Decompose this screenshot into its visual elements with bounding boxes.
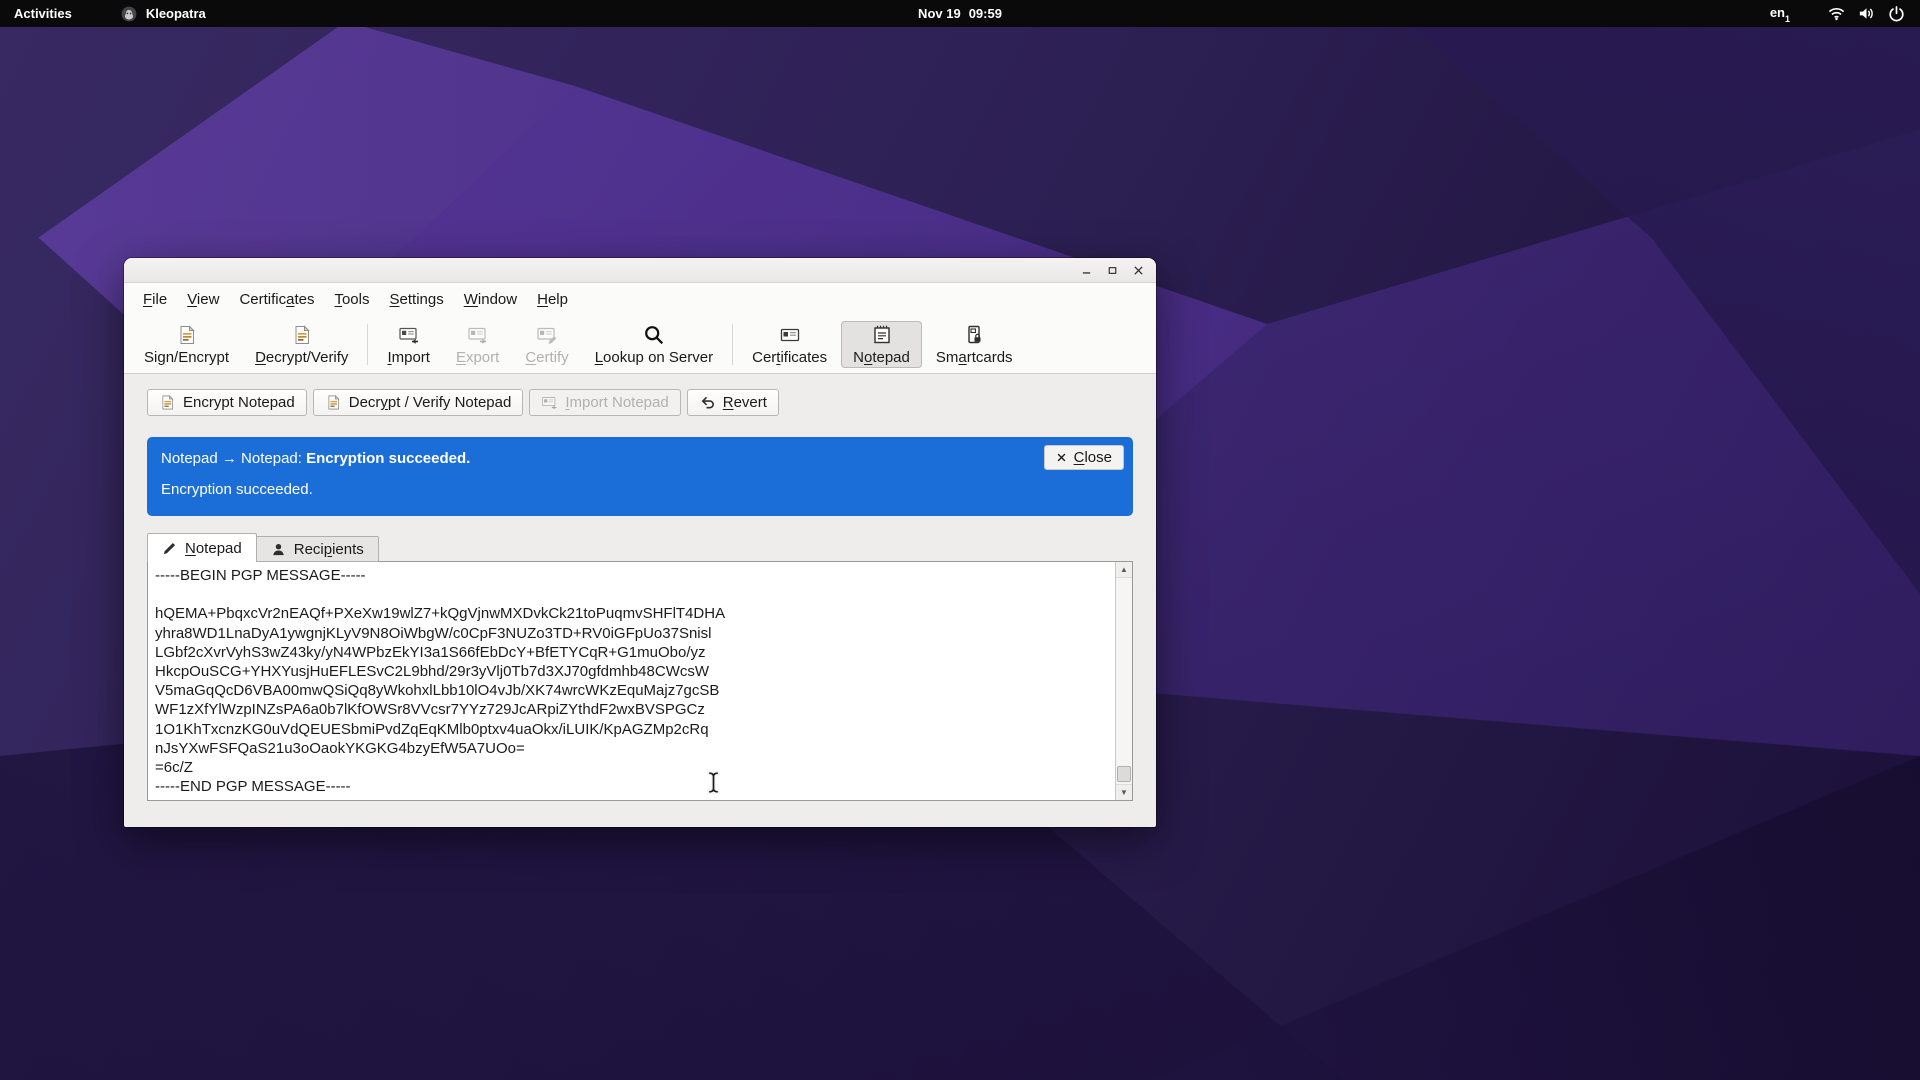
notepad-actions: Encrypt Notepad Decrypt / Verify Notepad… bbox=[147, 389, 1133, 416]
notepad-text-editor[interactable]: -----BEGIN PGP MESSAGE----- hQEMA+PbqxcV… bbox=[147, 561, 1133, 801]
window-maximize-icon bbox=[1106, 264, 1119, 277]
revert-icon bbox=[699, 394, 716, 411]
clock-time: 09:59 bbox=[969, 6, 1002, 21]
toolbar-separator bbox=[732, 324, 733, 365]
id-card-icon bbox=[779, 324, 801, 346]
action-button-revert[interactable]: Revert bbox=[687, 389, 779, 416]
window-titlebar[interactable] bbox=[124, 258, 1156, 283]
notification-title: Notepad → Notepad: Encryption succeeded. bbox=[161, 450, 1119, 467]
notepad-icon bbox=[871, 324, 893, 346]
document-encrypt-icon bbox=[159, 394, 176, 411]
window-minimize-icon bbox=[1080, 264, 1093, 277]
desktop: Activities Kleopatra Nov 19 09:59 en1 bbox=[0, 0, 1920, 1080]
activities-button[interactable]: Activities bbox=[0, 0, 86, 27]
toolbar-button-import[interactable]: Import bbox=[375, 321, 442, 368]
menu-item-window[interactable]: Window bbox=[454, 286, 527, 313]
app-menu-label: Kleopatra bbox=[146, 6, 206, 21]
toolbar-button-sign-encrypt[interactable]: Sign/Encrypt bbox=[132, 321, 241, 368]
notepad-tabbar: Notepad Recipients bbox=[147, 533, 1133, 562]
window-controls bbox=[1078, 258, 1147, 282]
kleopatra-window: File View Certificates Tools Settings bbox=[124, 258, 1156, 827]
network-wireless-icon[interactable] bbox=[1827, 4, 1846, 23]
clock-button[interactable]: Nov 19 09:59 bbox=[908, 0, 1012, 27]
app-menu-button[interactable]: Kleopatra bbox=[112, 0, 214, 27]
scrollbar-thumb[interactable] bbox=[1117, 766, 1131, 782]
toolbar-button-decrypt-verify[interactable]: Decrypt/Verify bbox=[243, 321, 360, 368]
scrollbar-track[interactable] bbox=[1116, 578, 1132, 784]
notification-body: Encryption succeeded. bbox=[161, 481, 1119, 498]
toolbar: Sign/Encrypt Decrypt/Verify Import Expor… bbox=[124, 316, 1156, 374]
pencil-icon bbox=[162, 541, 177, 556]
tab-notepad[interactable]: Notepad bbox=[147, 533, 257, 562]
toolbar-button-certificates[interactable]: Certificates bbox=[740, 321, 839, 368]
action-button-decrypt-verify-notepad[interactable]: Decrypt / Verify Notepad bbox=[313, 389, 524, 416]
search-icon bbox=[643, 324, 665, 346]
scroll-down-button[interactable]: ▼ bbox=[1116, 784, 1132, 800]
close-notification-button[interactable]: Close bbox=[1044, 445, 1124, 470]
person-icon bbox=[271, 542, 286, 557]
toolbar-button-notepad[interactable]: Notepad bbox=[841, 321, 922, 368]
document-encrypt-icon bbox=[325, 394, 342, 411]
pgp-message-text[interactable]: -----BEGIN PGP MESSAGE----- hQEMA+PbqxcV… bbox=[155, 566, 1110, 796]
clock-date: Nov 19 bbox=[918, 6, 961, 21]
window-close-icon bbox=[1132, 264, 1145, 277]
menu-item-view[interactable]: View bbox=[177, 286, 229, 313]
menu-item-help[interactable]: Help bbox=[527, 286, 578, 313]
document-encrypt-icon bbox=[291, 324, 313, 346]
audio-volume-icon[interactable] bbox=[1857, 4, 1876, 23]
action-button-import-notepad: Import Notepad bbox=[529, 389, 680, 416]
scroll-up-button[interactable]: ▲ bbox=[1116, 562, 1132, 578]
top-panel: Activities Kleopatra Nov 19 09:59 en1 bbox=[0, 0, 1920, 27]
menu-item-file[interactable]: File bbox=[133, 286, 177, 313]
smartcard-icon bbox=[963, 324, 985, 346]
notepad-view: Encrypt Notepad Decrypt / Verify Notepad… bbox=[124, 374, 1156, 827]
menu-item-certificates[interactable]: Certificates bbox=[229, 286, 324, 313]
close-icon bbox=[1056, 452, 1067, 463]
id-card-export-icon bbox=[467, 324, 489, 346]
id-card-certify-icon bbox=[536, 324, 558, 346]
result-notification: Notepad → Notepad: Encryption succeeded.… bbox=[147, 437, 1133, 516]
toolbar-button-lookup-on-server[interactable]: Lookup on Server bbox=[583, 321, 725, 368]
toolbar-button-export: Export bbox=[444, 321, 511, 368]
id-card-import-icon bbox=[398, 324, 420, 346]
toolbar-button-smartcards[interactable]: Smartcards bbox=[924, 321, 1025, 368]
kleopatra-app-icon bbox=[120, 5, 138, 23]
menubar: File View Certificates Tools Settings bbox=[124, 283, 1156, 316]
toolbar-separator bbox=[367, 324, 368, 365]
menu-item-tools[interactable]: Tools bbox=[324, 286, 379, 313]
tab-recipients[interactable]: Recipients bbox=[257, 536, 379, 562]
menu-item-settings[interactable]: Settings bbox=[380, 286, 454, 313]
keyboard-layout-indicator[interactable]: en1 bbox=[1770, 5, 1790, 23]
action-button-encrypt-notepad[interactable]: Encrypt Notepad bbox=[147, 389, 307, 416]
text-cursor-pointer bbox=[707, 771, 720, 794]
toolbar-button-certify: Certify bbox=[513, 321, 580, 368]
system-status-area[interactable]: en1 bbox=[1764, 0, 1912, 27]
system-power-icon[interactable] bbox=[1887, 4, 1906, 23]
vertical-scrollbar[interactable]: ▲ ▼ bbox=[1115, 562, 1132, 800]
id-card-import-icon bbox=[541, 394, 558, 411]
document-encrypt-icon bbox=[176, 324, 198, 346]
